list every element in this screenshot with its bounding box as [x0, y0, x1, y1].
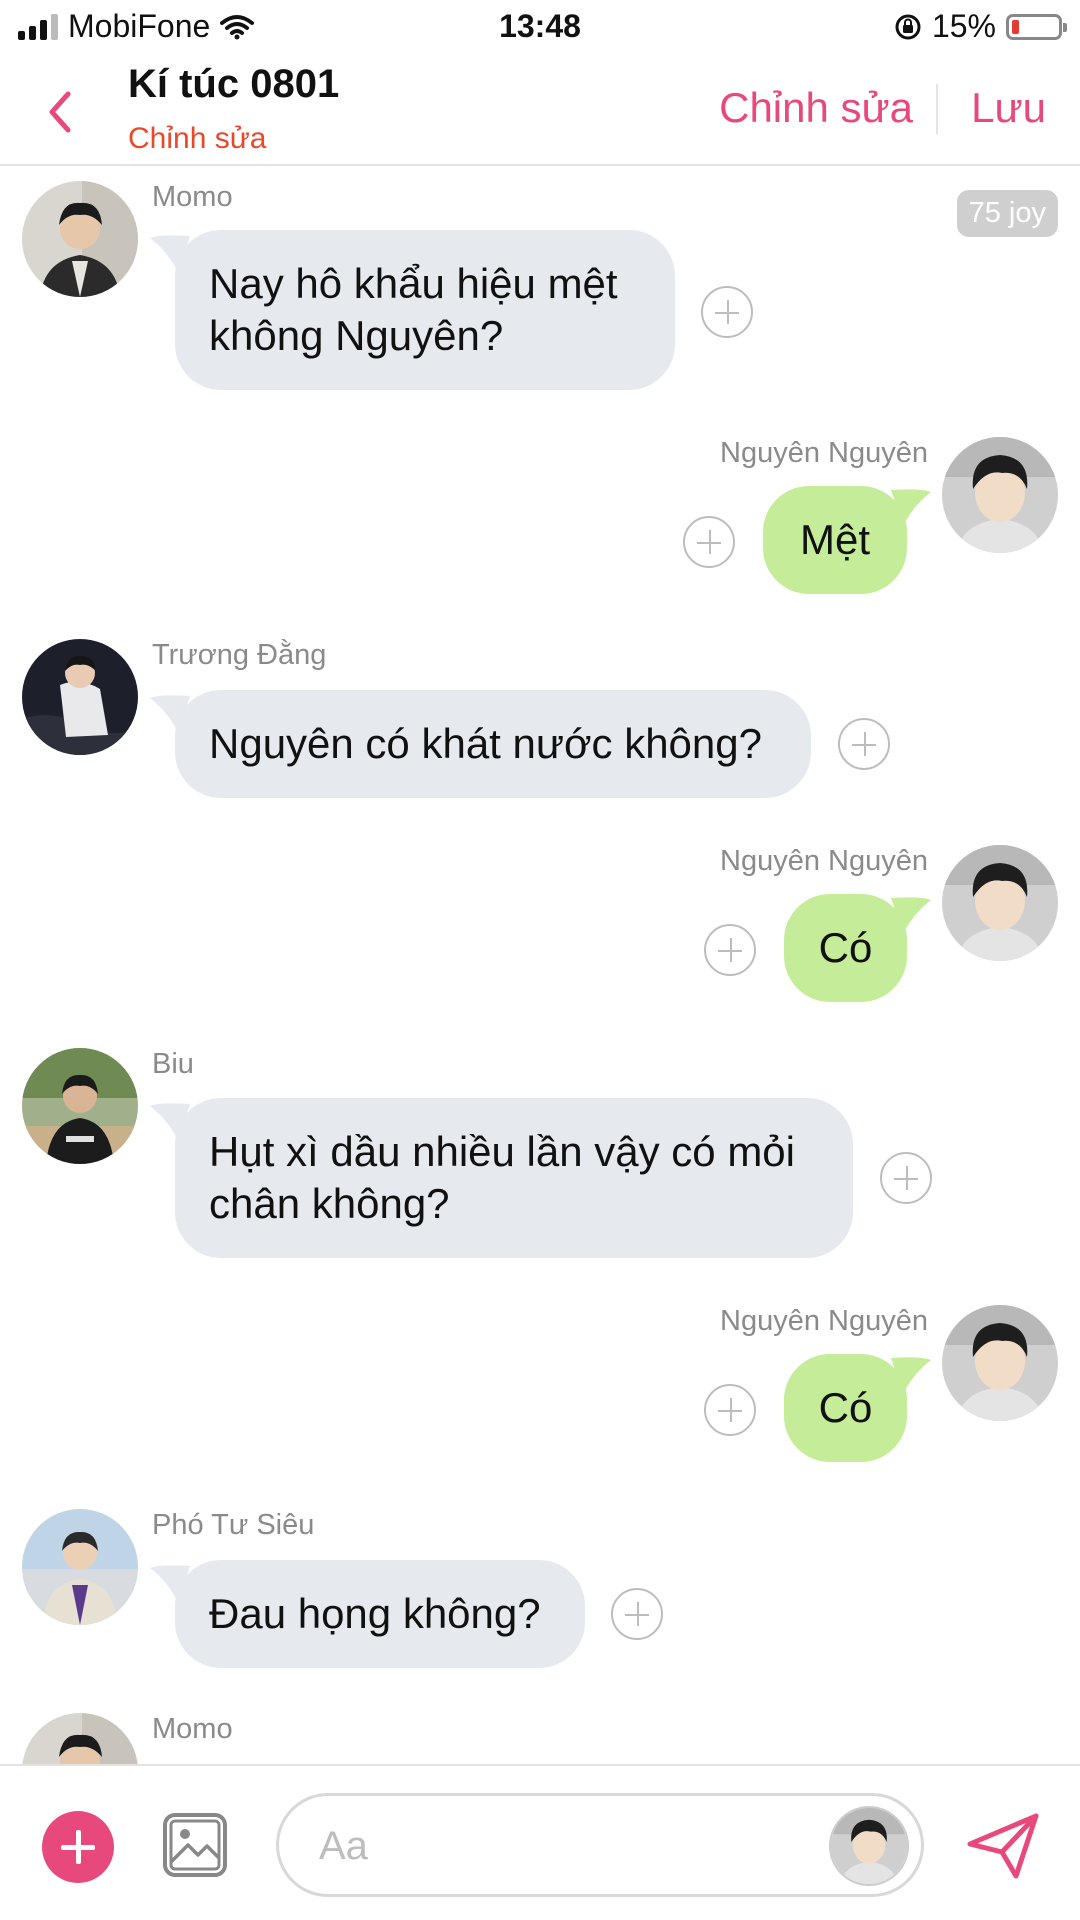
message-bubble[interactable]: Có: [784, 894, 907, 1002]
composer-bar: [0, 1764, 1080, 1920]
message-bubble[interactable]: Đau họng không?: [175, 1560, 585, 1668]
status-right: 15%: [894, 8, 1067, 45]
chat-subtitle[interactable]: Chỉnh sửa: [128, 122, 267, 156]
add-icon[interactable]: [42, 1811, 114, 1883]
avatar-persona[interactable]: [829, 1806, 909, 1886]
image-icon[interactable]: [162, 1812, 228, 1878]
react-plus-icon[interactable]: [838, 718, 890, 770]
joy-badge: 75 joy: [956, 190, 1058, 237]
sender-name: Nguyên Nguyên: [720, 437, 928, 469]
message-line: Có: [818, 924, 873, 971]
status-bar: MobiFone 13:48 15%: [0, 0, 1080, 56]
message-line: Đau họng không?: [209, 1590, 541, 1637]
message-bubble[interactable]: Hụt xì dầu nhiều lần vậy có mỏi chân khô…: [175, 1098, 853, 1258]
react-plus-icon[interactable]: [704, 924, 756, 976]
react-plus-icon[interactable]: [611, 1588, 663, 1640]
message-line: chân không?: [209, 1180, 450, 1227]
avatar-nguyen[interactable]: [942, 437, 1058, 553]
chat-header: Kí túc 0801 Chỉnh sửa Chỉnh sửa Lưu: [0, 60, 1080, 166]
send-icon[interactable]: [966, 1812, 1040, 1880]
message-bubble[interactable]: Mệt: [763, 486, 907, 594]
message-line: Hụt xì dầu nhiều lần vậy có mỏi: [209, 1128, 795, 1175]
rotation-lock-icon: [895, 14, 921, 39]
react-plus-icon[interactable]: [701, 286, 753, 338]
edit-button[interactable]: Chỉnh sửa: [719, 84, 913, 132]
avatar-nguyen[interactable]: [942, 1305, 1058, 1421]
battery-icon: [1006, 13, 1067, 40]
message-bubble[interactable]: Nguyên có khát nước không?: [175, 690, 811, 798]
react-plus-icon[interactable]: [704, 1384, 756, 1436]
avatar-nguyen[interactable]: [942, 845, 1058, 961]
message-line: không Nguyên?: [209, 312, 504, 359]
sender-name: Biu: [152, 1048, 194, 1080]
sender-name: Trương Đằng: [152, 639, 327, 671]
sender-name: Momo: [152, 181, 233, 213]
battery-percent: 15%: [931, 8, 996, 44]
chat-title: Kí túc 0801: [128, 62, 340, 106]
avatar-biu[interactable]: [22, 1048, 138, 1164]
header-divider: [936, 84, 938, 134]
back-arrow-icon[interactable]: [40, 82, 80, 142]
message-bubble[interactable]: Có: [784, 1354, 907, 1462]
react-plus-icon[interactable]: [683, 516, 735, 568]
save-button[interactable]: Lưu: [971, 84, 1046, 132]
sender-name: Momo: [152, 1713, 233, 1745]
avatar-momo[interactable]: [22, 181, 138, 297]
message-input[interactable]: [317, 1816, 791, 1876]
message-input-box[interactable]: [276, 1793, 924, 1897]
message-line: Nay hô khẩu hiệu mệt: [209, 260, 618, 307]
message-line: Có: [818, 1384, 873, 1431]
sender-name: Phó Tư Siêu: [152, 1509, 315, 1541]
sender-name: Nguyên Nguyên: [720, 845, 928, 877]
avatar-momo[interactable]: [22, 1713, 138, 1764]
react-plus-icon[interactable]: [880, 1152, 932, 1204]
avatar-truong-dang[interactable]: [22, 639, 138, 755]
message-line: Mệt: [799, 516, 870, 563]
chat-thread[interactable]: 75 joy Momo Nay hô khẩu hiệu mệt không N…: [0, 168, 1080, 1764]
sender-name: Nguyên Nguyên: [720, 1305, 928, 1337]
message-line: Nguyên có khát nước không?: [209, 720, 762, 767]
message-bubble[interactable]: Nay hô khẩu hiệu mệt không Nguyên?: [175, 230, 675, 390]
avatar-pho-tu-sieu[interactable]: [22, 1509, 138, 1625]
